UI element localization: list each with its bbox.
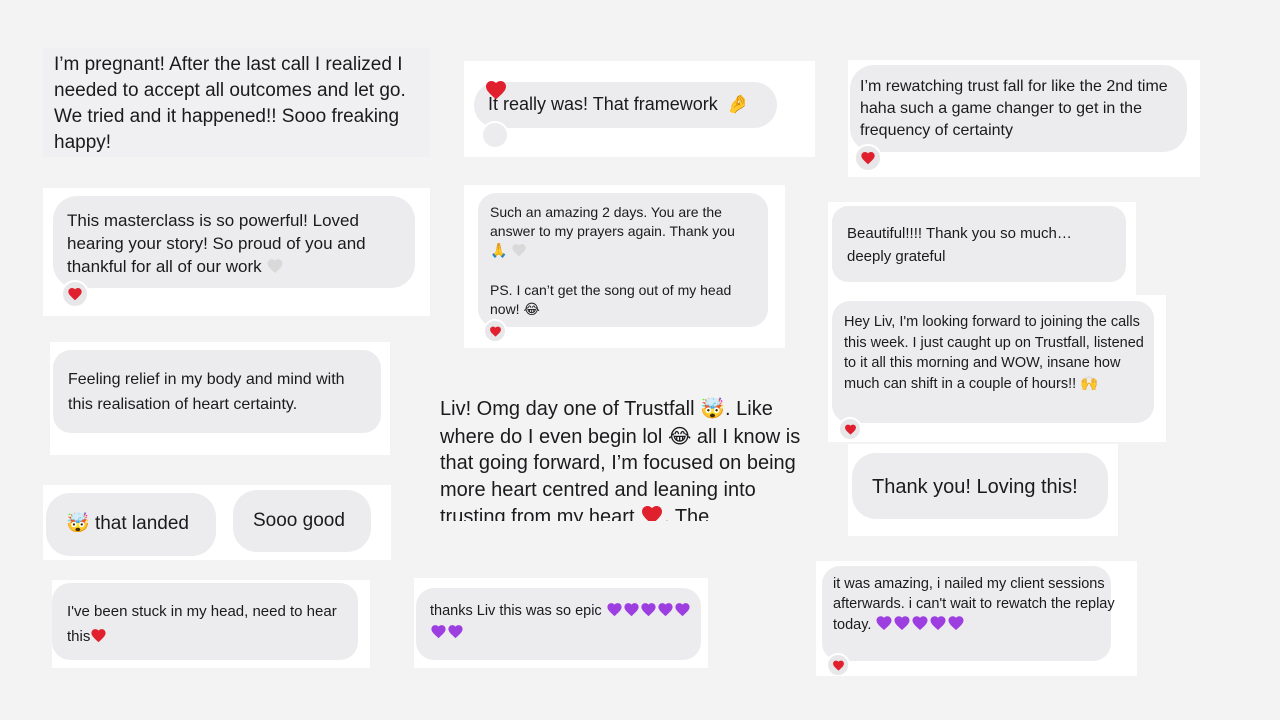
red-heart-icon xyxy=(832,659,845,672)
reaction-badge xyxy=(61,280,89,308)
message-text: 🤯 that landed xyxy=(66,512,189,534)
red-heart-icon xyxy=(489,325,502,338)
exploding-head-emoji-icon: 🤯 xyxy=(700,396,726,420)
message-text: I’m rewatching trust fall for like the 2… xyxy=(860,78,1168,139)
purple-hearts-icon xyxy=(875,617,965,633)
message-text: It really was! That framework 🤌 xyxy=(488,94,750,115)
testimonial-card-thank-you: Thank you! Loving this! xyxy=(848,444,1118,536)
message-text: Feeling relief in my body and mind with … xyxy=(68,371,345,413)
red-heart-icon xyxy=(90,627,107,644)
testimonial-card-hey-liv: Hey Liv, I'm looking forward to joining … xyxy=(828,295,1166,442)
message-text: I’m pregnant! After the last call I real… xyxy=(54,54,406,153)
folded-hands-emoji-icon: 🙏 xyxy=(490,243,508,259)
message-text: I've been stuck in my head, need to hear… xyxy=(67,603,337,645)
reaction-badge xyxy=(481,121,509,149)
testimonial-card-short-replies: 🤯 that landed Sooo good xyxy=(43,485,391,560)
message-text: Liv! Omg day one of Trustfall 🤯. Like wh… xyxy=(440,395,820,521)
testimonial-card-stuck: I've been stuck in my head, need to hear… xyxy=(52,580,370,668)
message-text: Hey Liv, I'm looking forward to joining … xyxy=(844,312,1152,394)
message-text: Thank you! Loving this! xyxy=(872,476,1078,498)
exploding-head-emoji-icon: 🤯 xyxy=(66,512,90,534)
message-text: This masterclass is so powerful! Loved h… xyxy=(67,211,366,276)
testimonial-card-two-days: Such an amazing 2 days. You are the answ… xyxy=(464,185,785,348)
laughing-emoji-icon: 😂 xyxy=(667,423,692,448)
red-heart-icon xyxy=(640,503,664,521)
testimonial-card-framework: It really was! That framework 🤌 xyxy=(464,61,815,157)
red-heart-icon xyxy=(860,150,876,166)
message-text: thanks Liv this was so epic xyxy=(430,600,698,644)
raising-hands-emoji-icon: 🙌 xyxy=(1080,375,1099,392)
testimonial-card-beautiful: Beautiful!!!! Thank you so much… deeply … xyxy=(828,202,1136,296)
testimonial-card-trustfall: Liv! Omg day one of Trustfall 🤯. Like wh… xyxy=(424,389,828,521)
testimonial-card-client-sessions: it was amazing, i nailed my client sessi… xyxy=(816,561,1137,676)
laughing-emoji-icon: 😂 xyxy=(523,302,540,318)
white-heart-icon xyxy=(266,257,284,275)
reaction-badge xyxy=(854,144,882,172)
testimonial-card-rewatching: I’m rewatching trust fall for like the 2… xyxy=(848,60,1200,177)
testimonial-card-masterclass: This masterclass is so powerful! Loved h… xyxy=(43,188,430,316)
testimonial-card-pregnant: I’m pregnant! After the last call I real… xyxy=(43,48,430,157)
red-heart-icon xyxy=(67,286,83,302)
reaction-badge xyxy=(838,417,862,441)
message-text: Such an amazing 2 days. You are the answ… xyxy=(490,204,735,259)
red-heart-icon xyxy=(484,78,508,102)
testimonial-card-relief: Feeling relief in my body and mind with … xyxy=(50,342,390,455)
message-text: it was amazing, i nailed my client sessi… xyxy=(833,576,1115,633)
pinched-hand-emoji-icon: 🤌 xyxy=(726,94,750,115)
white-heart-icon xyxy=(511,242,527,258)
message-text: Sooo good xyxy=(253,510,345,531)
message-text: Beautiful!!!! Thank you so much… deeply … xyxy=(847,225,1072,265)
red-heart-icon xyxy=(844,423,857,436)
reaction-badge xyxy=(826,653,850,676)
reaction-badge xyxy=(483,319,507,343)
message-text-ps: PS. I can’t get the song out of my head … xyxy=(490,282,732,318)
testimonial-card-epic: thanks Liv this was so epic xyxy=(414,578,708,668)
